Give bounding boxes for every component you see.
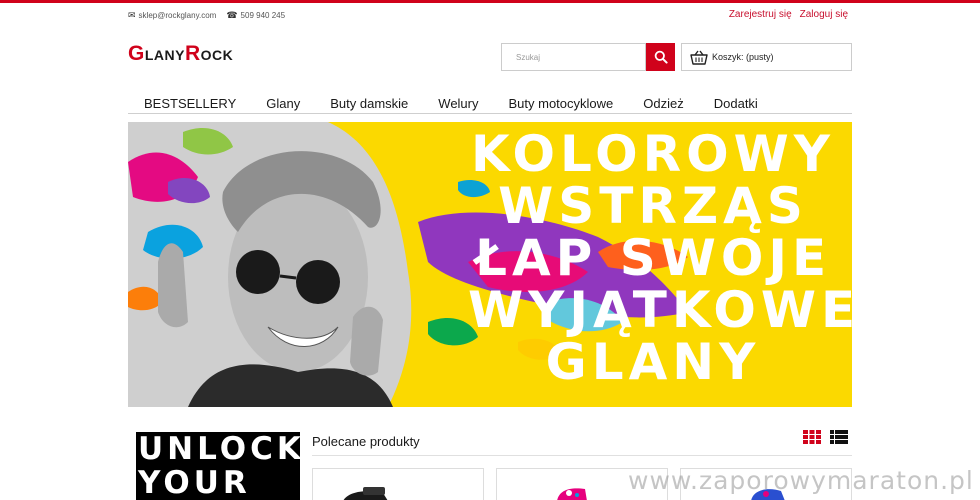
section-divider — [312, 455, 852, 456]
banner-line-1: KOLOROWY — [471, 125, 835, 183]
nav-item-dodatki[interactable]: Dodatki — [699, 95, 773, 113]
cart-icon — [690, 50, 708, 65]
logo-initial-r: R — [184, 42, 201, 65]
grid-view-icon[interactable] — [803, 430, 821, 444]
nav-item-buty-motocyklowe[interactable]: Buty motocyklowe — [494, 95, 629, 113]
search-placeholder: Szukaj — [516, 53, 541, 62]
top-bar: ✉ sklep@rockglany.com ☎ 509 940 245 Zare… — [128, 8, 852, 24]
phone-icon: ☎ — [226, 10, 238, 20]
nav-item-odziez[interactable]: Odzież — [628, 95, 698, 113]
product-card[interactable] — [312, 468, 484, 500]
email-text: sklep@rockglany.com — [138, 11, 217, 20]
banner-line-3: ŁAP SWOJE — [474, 229, 832, 287]
list-view-icon[interactable] — [830, 430, 848, 444]
account-links: Zarejestruj się Zaloguj się — [729, 9, 848, 20]
banner-line-4: WYJĄTKOWE — [468, 281, 852, 339]
main-navigation: BESTSELLERY Glany Buty damskie Welury Bu… — [128, 95, 852, 114]
contact-info: ✉ sklep@rockglany.com ☎ 509 940 245 — [128, 10, 295, 21]
logo-text-lany: LANY — [144, 47, 185, 63]
promo-line-2: YOUR — [138, 465, 251, 500]
promo-block[interactable]: UNLOCK YOUR — [136, 432, 300, 500]
logo-initial-g: G — [128, 42, 145, 65]
search-icon — [654, 50, 668, 64]
site-logo[interactable]: G LANY R OCK — [128, 42, 233, 66]
phone-contact[interactable]: ☎ 509 940 245 — [226, 10, 286, 21]
cart-label: Koszyk: (pusty) — [712, 52, 774, 62]
nav-item-buty-damskie[interactable]: Buty damskie — [315, 95, 423, 113]
nav-item-welury[interactable]: Welury — [423, 95, 493, 113]
search-input[interactable]: Szukaj — [501, 43, 646, 71]
banner-line-5: GLANY — [545, 333, 761, 391]
banner-headline: KOLOROWY WSTRZĄS ŁAP SWOJE WYJĄTKOWE GLA… — [468, 125, 852, 391]
banner-line-2: WSTRZĄS — [498, 177, 808, 235]
search-button[interactable] — [646, 43, 675, 71]
promo-line-1: UNLOCK — [138, 432, 300, 467]
hero-banner[interactable]: KOLOROWY WSTRZĄS ŁAP SWOJE WYJĄTKOWE GLA… — [128, 122, 852, 407]
nav-item-glany[interactable]: Glany — [251, 95, 315, 113]
register-link[interactable]: Zarejestruj się — [729, 9, 792, 20]
phone-text: 509 940 245 — [240, 11, 286, 20]
login-link[interactable]: Zaloguj się — [800, 9, 848, 20]
nav-item-bestsellery[interactable]: BESTSELLERY — [128, 95, 251, 113]
product-image — [343, 487, 388, 500]
cart-button[interactable]: Koszyk: (pusty) — [681, 43, 852, 71]
section-title: Polecane produkty — [312, 434, 420, 449]
email-contact[interactable]: ✉ sklep@rockglany.com — [128, 10, 217, 21]
top-accent-line — [0, 0, 980, 3]
watermark-text: www.zaporowymaraton.pl — [628, 466, 974, 495]
envelope-icon: ✉ — [128, 10, 136, 20]
logo-text-ock: OCK — [200, 47, 234, 63]
